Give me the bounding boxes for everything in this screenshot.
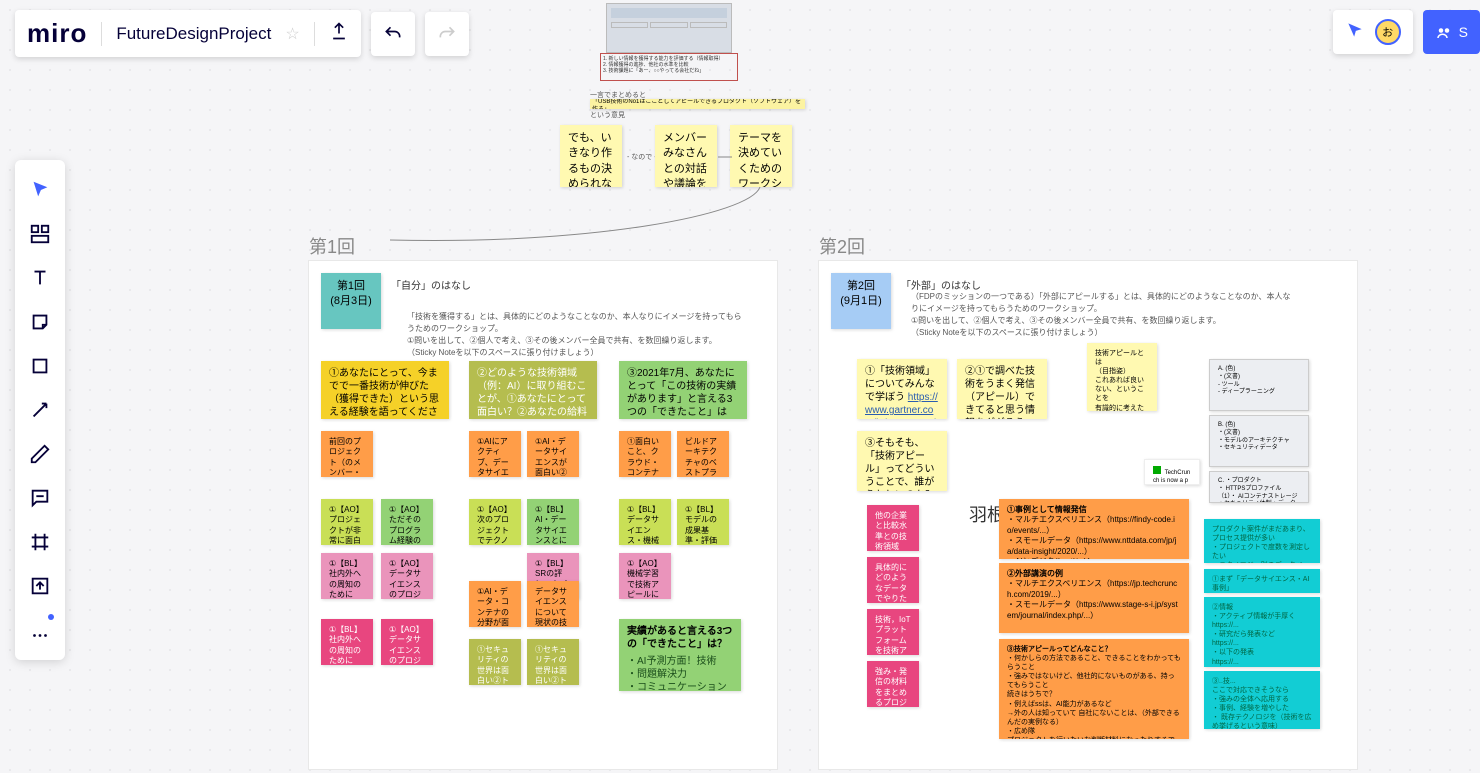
teal-note[interactable]: プロダクト案件がまだあまり、プロセス提供が多い ・プロジェクトで度数を測定したい… — [1204, 519, 1320, 563]
frame2-q3[interactable]: ③そもそも、「技術アピール」ってどういうことで、誰がうれしいのか？ — [857, 431, 947, 491]
big-orange-1[interactable]: ①事例として情報発信 ・マルチエクスペリエンス（https://findy-co… — [999, 499, 1189, 559]
frame1-title: 「自分」のはなし — [391, 277, 471, 292]
sticky-note[interactable]: ①AI・データ・コンテナの分野が面白い②データは前提条件 — [469, 581, 521, 627]
sticky-note[interactable]: ①【BL】データサイエンス・機械学習の分野の領域 — [619, 499, 671, 545]
sticky-note[interactable]: ①セキュリティの世界は面白い②トレンドだから — [469, 639, 521, 685]
sticky-note[interactable]: 具体的にどのようなデータでやりたいか選定する — [867, 557, 919, 603]
teal-note[interactable]: ②情報 ・アクティブ情報が手厚く https://... ・研究だら発表など h… — [1204, 597, 1320, 667]
frame-1[interactable]: 第1回 第1回 (8月3日) 「自分」のはなし 「技術を獲得する」とは、具体的に… — [308, 260, 778, 770]
frame1-summary[interactable]: 実績があると言える3つの「できたこと」は？ ・AI予測方面！技術 ・問題解決力 … — [619, 619, 741, 691]
teal-note[interactable]: ①まず「データサイエンス・AI事例」 ・https://www.google.c… — [1204, 569, 1320, 593]
redbox-line: 3. 技術課題に「あー、○○やってる会社だね」 — [603, 68, 735, 74]
gray-box[interactable]: B. (色) ・(文書) ・モデルのアーキテクチャ ・セキュリティデータ — [1209, 415, 1309, 467]
more-tools[interactable] — [20, 610, 60, 650]
sticky-note[interactable]: ①【BL】社内外への周知のために — [321, 553, 373, 599]
connector-line — [718, 152, 732, 162]
toolbar-main: miro FutureDesignProject ☆ — [15, 10, 361, 57]
summary-highlight[interactable]: 「USB技術のNo1はこことしてアピールできるプロダクト（ソフトウェア）を作る」 — [590, 99, 805, 109]
left-toolbar — [15, 160, 65, 660]
teal-note[interactable]: ③..技... ここで対応できそうなら ・強みの全体へ応用する ・事例、経験を増… — [1204, 671, 1320, 729]
select-tool[interactable] — [20, 170, 60, 210]
side-note[interactable]: 技術アピールとは （目指姿） これあれば良いない、ということを 有識的に考えたと… — [1087, 343, 1157, 411]
frame-2[interactable]: 第2回 第2回 (9月1日) 「外部」のはなし （FDPのミッションの一つである… — [818, 260, 1358, 770]
sticky-note[interactable]: ①【AO】プロジェクトが非常に面白かった — [321, 499, 373, 545]
frame2-q2[interactable]: ②①で調べた技術をうまく発信（アピール）できてると思う情報をググろう — [957, 359, 1047, 419]
line-tool[interactable] — [20, 390, 60, 430]
sticky-note[interactable]: ①【BL】モデルの成果基準・評価が重要 — [677, 499, 729, 545]
frame1-q2[interactable]: ②どのような技術領域（例：AI）に取り組むことが、①あなたにとって面白い？②あな… — [469, 361, 597, 419]
title: ③技術アピールってどんなこと？ — [1007, 645, 1181, 654]
sticky-note[interactable]: 前回のプロジェクト（のメンバー・やり方）うまくいった方法がある — [321, 431, 373, 477]
export-icon[interactable] — [329, 21, 349, 46]
connector-label-1: - なので - — [627, 152, 657, 162]
frame-tool[interactable] — [20, 522, 60, 562]
summary-sub: という意見 — [590, 110, 625, 120]
body: ・マルチエクスペリエンス（https://findy-code.io/event… — [1007, 515, 1181, 559]
pen-tool[interactable] — [20, 434, 60, 474]
templates-tool[interactable] — [20, 214, 60, 254]
collab-box: お — [1333, 10, 1413, 54]
redo-button[interactable] — [425, 12, 469, 56]
shape-tool[interactable] — [20, 346, 60, 386]
miro-logo[interactable]: miro — [27, 18, 87, 49]
big-orange-3[interactable]: ③技術アピールってどんなこと？ ・何かしらの方法であること、できることをわかって… — [999, 639, 1189, 739]
sticky-note[interactable]: ①【AO】データサイエンスのプロジェクトの課題 — [381, 619, 433, 665]
frame1-badge[interactable]: 第1回 (8月3日) — [321, 273, 381, 329]
title: ②外部講演の例 — [1007, 569, 1181, 579]
sticky-note[interactable]: ①AI・データサイエンスが面白い②給料、人事評価につながる — [527, 431, 579, 477]
upload-tool[interactable] — [20, 566, 60, 606]
image-thumbnail[interactable] — [606, 3, 732, 53]
share-button[interactable]: S — [1423, 10, 1480, 54]
sticky-note[interactable]: ビルドアーキテクチャのベストプラクティス、新技術が面白い — [677, 431, 729, 477]
gray-box[interactable]: A. (色) ・(文書) - ツール - ディープラーニング — [1209, 359, 1309, 411]
avatar[interactable]: お — [1375, 19, 1401, 45]
cursor-icon[interactable] — [1345, 20, 1365, 45]
comment-tool[interactable] — [20, 478, 60, 518]
sticky-note[interactable]: ①【AO】ただそのプログラム経験の間 — [381, 499, 433, 545]
frame1-desc: 「技術を獲得する」とは、具体的にどのようなことなのか、本人なりにイメージを持って… — [407, 311, 747, 359]
sticky-note[interactable]: 技術，IoTプラットフォームを技術アピールしてもらえる — [867, 609, 919, 655]
body: ・何かしらの方法であること、できることをわかってもらうこと ・強みではないけど、… — [1007, 654, 1181, 739]
frame-1-label[interactable]: 第1回 — [309, 233, 355, 259]
sticky-tool[interactable] — [20, 302, 60, 342]
summary-title: 実績があると言える3つの「できたこと」は？ — [627, 625, 733, 651]
sticky-note[interactable]: ①面白いこと、クラウド・コンテナ②その質問自体を考えていい — [619, 431, 671, 477]
canvas[interactable]: 1. 新しい情報を獲得する能力を評価する（情報取得） 2. 情報獲得の進捗、他社… — [0, 0, 1480, 773]
topnote-2[interactable]: メンバーみなさんとの対話や議論を通じて — [655, 125, 717, 187]
topnote-3[interactable]: テーマを決めていくためのワークショップ — [730, 125, 792, 187]
undo-button[interactable] — [371, 12, 415, 56]
divider — [314, 22, 315, 46]
sticky-note[interactable]: 他の企業と比較水準との技術領域 — [867, 505, 919, 551]
frame2-title: 「外部」のはなし — [901, 277, 981, 292]
frame-2-label[interactable]: 第2回 — [819, 233, 865, 259]
frame2-desc: （FDPのミッションの一つである）「外部にアピールする」とは、具体的にどのような… — [911, 291, 1291, 339]
share-label: S — [1459, 24, 1468, 40]
divider — [101, 22, 102, 46]
frame1-q3[interactable]: ③2021年7月、あなたにとって「この技術の実績があります」と言える3つの「でき… — [619, 361, 747, 419]
sticky-note[interactable]: ①AIにアクティブ、データサイエンス、ソフトウェア・技術で面白い②いまだ指のせい — [469, 431, 521, 477]
star-icon[interactable]: ☆ — [285, 24, 299, 44]
frame1-q1[interactable]: ①あなたにとって、今までで一番技術が伸びた（獲得できた）という思える経験を語って… — [321, 361, 449, 419]
sticky-note[interactable]: ①【BL】社内外への周知のために — [321, 619, 373, 665]
sticky-note[interactable]: 強み・発信の材料をまとめるプロジェクト — [867, 661, 919, 707]
text-tool[interactable] — [20, 258, 60, 298]
topnote-1[interactable]: でも、いきなり作るもの決められないよね？ — [560, 125, 622, 187]
summary-items: ・AI予測方面！技術 ・問題解決力 ・コミュニケーション（プロダクトの進め方） — [627, 655, 733, 691]
sticky-note[interactable]: ①セキュリティの世界は面白い②トレンドだから — [527, 639, 579, 685]
techcrunch-card[interactable]: TechCrunch is now a part of Verizon Medi… — [1144, 459, 1200, 485]
sticky-note[interactable]: ①【AO】データサイエンスのプロジェクトの課題 — [381, 553, 433, 599]
sticky-note[interactable]: ①【BL】AI・データサイエンスとにかく — [527, 499, 579, 545]
body: ・マルチエクスペリエンス（https://jp.techcrunch.com/2… — [1007, 579, 1181, 621]
sticky-note[interactable]: ①【AO】機械学習で技術アピールになりそう — [619, 553, 671, 599]
red-highlight-box[interactable]: 1. 新しい情報を獲得する能力を評価する（情報取得） 2. 情報獲得の進捗、他社… — [600, 53, 738, 81]
connector-line — [390, 185, 790, 270]
title: ①事例として情報発信 — [1007, 505, 1181, 515]
frame2-badge[interactable]: 第2回 (9月1日) — [831, 273, 891, 329]
sticky-note[interactable]: ①【AO】次のプロジェクトでテクノロジーとして — [469, 499, 521, 545]
big-orange-2[interactable]: ②外部講演の例 ・マルチエクスペリエンス（https://jp.techcrun… — [999, 563, 1189, 633]
sticky-note[interactable]: データサイエンスについて現状の技術持っている感覚 — [527, 581, 579, 627]
frame2-q1[interactable]: ①「技術領域」についてみんなで学ぼう https://www.gartner.c… — [857, 359, 947, 419]
gray-box[interactable]: C. ・プロダクト ・ HTTPSプロファイル （1）・ AIコンテナストレージ… — [1209, 471, 1309, 503]
board-title[interactable]: FutureDesignProject — [116, 24, 271, 44]
